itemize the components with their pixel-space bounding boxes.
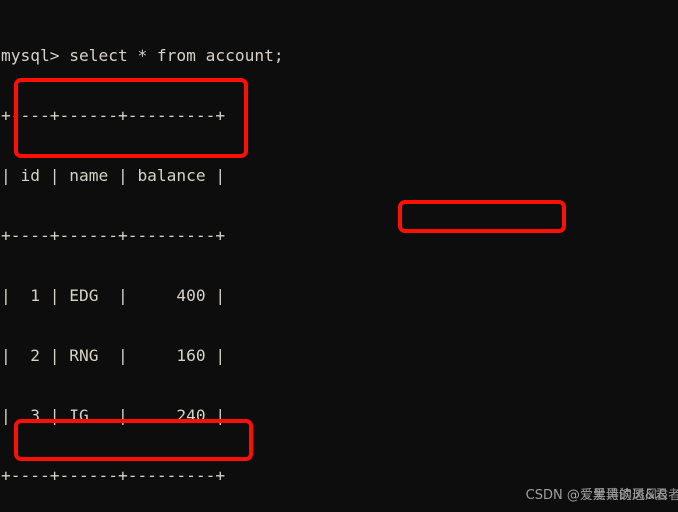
- terminal-window: mysql> select * from account; +----+----…: [0, 0, 678, 512]
- console-line: | id | name | balance |: [1, 166, 226, 185]
- console-line: +----+------+---------+: [1, 466, 226, 485]
- watermark-username-b: 爱黑读透风&者: [592, 488, 678, 503]
- console-line: | 3 | IG | 240 |: [1, 406, 226, 425]
- csdn-watermark: CSDN @爱黑诗的风&君 爱黑读透风&者: [525, 486, 678, 506]
- console-output: mysql> select * from account; +----+----…: [1, 6, 518, 512]
- console-line: | 2 | RNG | 160 |: [1, 346, 226, 365]
- console-line: +----+------+---------+: [1, 226, 226, 245]
- watermark-username: 爱黑诗的风&君 爱黑读透风&者: [580, 486, 678, 506]
- console-line: mysql> select * from account;: [1, 46, 284, 65]
- watermark-prefix: CSDN @: [525, 488, 580, 503]
- console-line: +----+------+---------+: [1, 106, 226, 125]
- console-line: | 1 | EDG | 400 |: [1, 286, 226, 305]
